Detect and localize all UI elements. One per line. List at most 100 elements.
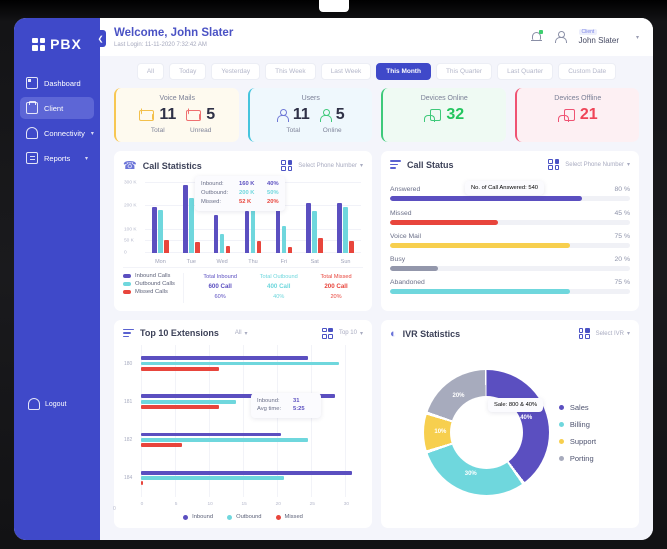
panel-title: Call Status: [407, 159, 454, 170]
sidebar-item-reports[interactable]: Reports ▾: [20, 147, 94, 169]
bar-inbound-calls[interactable]: [152, 206, 157, 253]
legend-item: Sales: [558, 403, 596, 412]
status-row-missed: Missed 45 %: [390, 210, 630, 225]
bar-inbound[interactable]: [141, 432, 281, 437]
extensions-filter-dropdown[interactable]: All ▾: [235, 330, 248, 337]
bar-inbound[interactable]: [141, 470, 353, 475]
legend-item: Inbound Calls: [123, 273, 175, 279]
bar-missed-calls[interactable]: [287, 247, 293, 253]
progress-track[interactable]: [390, 289, 630, 295]
bar-missed[interactable]: [141, 481, 144, 486]
bar-missed-calls[interactable]: [195, 241, 200, 253]
status-label: Answered: [390, 186, 421, 194]
status-percent: 80 %: [614, 186, 631, 194]
tab-this-quarter[interactable]: This Quarter: [435, 63, 493, 80]
bar-outbound-calls[interactable]: [189, 197, 194, 253]
sidebar-item-connectivity[interactable]: Connectivity ▾: [20, 122, 94, 144]
progress-track[interactable]: [390, 219, 630, 225]
x-axis-label: Thu: [248, 258, 258, 265]
extensions-chart: 0 5 10 15 20 25 30 0 180 181 182 184 Inbound: 31 Avg t…: [113, 344, 363, 512]
user-menu[interactable]: Client John Slater: [578, 29, 619, 45]
legend-item: Missed: [275, 514, 303, 520]
phone-icon: ☎: [123, 160, 137, 172]
tab-yesterday[interactable]: Yesterday: [211, 63, 261, 80]
notification-bell-icon[interactable]: [530, 30, 543, 43]
bar-missed-calls[interactable]: [225, 245, 231, 253]
expand-grid-icon[interactable]: [281, 160, 293, 171]
tooltip-value: 200 K: [239, 189, 255, 196]
tab-custom-date[interactable]: Custom Date: [558, 63, 617, 80]
y-axis-zero: 0: [113, 506, 116, 512]
sidebar-item-client[interactable]: Client: [20, 97, 94, 119]
sidebar-item-label: Dashboard: [44, 78, 81, 88]
y-axis-label: 181: [124, 398, 133, 405]
tab-last-quarter[interactable]: Last Quarter: [497, 63, 554, 80]
person-icon: [277, 108, 290, 122]
top-count-dropdown[interactable]: Top 10 ▾: [339, 330, 363, 337]
bar-inbound-calls[interactable]: [275, 208, 281, 253]
select-phone-number-dropdown[interactable]: Select Phone Number ▾: [565, 161, 630, 169]
panel-title: Call Statistics: [142, 160, 202, 171]
expand-grid-icon[interactable]: [548, 159, 560, 170]
bar-outbound-calls[interactable]: [343, 206, 348, 253]
bar-outbound-calls[interactable]: [158, 210, 163, 253]
tab-this-week[interactable]: This Week: [265, 63, 316, 80]
tab-all[interactable]: All: [136, 63, 165, 80]
app-logo-text: PBX: [50, 36, 82, 52]
device-frame: PBX Dashboard Client Connectivity ▾ Repo…: [0, 0, 667, 549]
bar-outbound-calls[interactable]: [250, 209, 256, 253]
bar-inbound-calls[interactable]: [183, 185, 188, 253]
sidebar-item-dashboard[interactable]: Dashboard: [20, 72, 94, 94]
bar-inbound[interactable]: [141, 356, 308, 361]
bar-missed[interactable]: [141, 366, 220, 371]
kpi-card-devices-offline: Devices Offline 21: [514, 88, 639, 142]
tab-today[interactable]: Today: [169, 63, 207, 80]
progress-track[interactable]: [390, 196, 630, 202]
x-axis-tick: 20: [275, 502, 281, 507]
sidebar-collapse-button[interactable]: ❮: [95, 30, 106, 47]
call-statistics-chart: 0 50 K 100 K 200 K 300 K Mon Tue Wed Thu Fri Sat Su…: [123, 176, 363, 267]
bar-outbound[interactable]: [141, 399, 237, 404]
bar-missed-calls[interactable]: [318, 238, 323, 253]
status-row-abandoned: Abandoned 75 %: [390, 279, 630, 295]
expand-grid-icon[interactable]: [321, 327, 333, 339]
user-avatar-icon[interactable]: [555, 31, 568, 43]
bar-outbound[interactable]: [141, 476, 285, 480]
donut: 40% 30% 10% 20%: [423, 370, 549, 496]
bar-outbound-calls[interactable]: [312, 211, 317, 253]
bar-outbound-calls[interactable]: [281, 226, 287, 253]
bar-missed[interactable]: [141, 443, 182, 447]
status-row-voice-mail: Voice Mail 75 %: [390, 233, 630, 248]
progress-track[interactable]: [390, 266, 630, 271]
progress-track[interactable]: [390, 242, 630, 248]
bar-inbound-calls[interactable]: [244, 211, 250, 253]
legend-item: Missed Calls: [123, 289, 175, 295]
chevron-down-icon: ▾: [90, 130, 94, 137]
logout-button[interactable]: Logout: [14, 398, 100, 410]
panel-header: ☎ Call Statistics Select Phone Number ▾: [123, 159, 363, 172]
bar-inbound-calls[interactable]: [306, 202, 311, 253]
legend-dot: [558, 438, 564, 444]
legend-dot: [275, 514, 281, 520]
expand-grid-icon[interactable]: [578, 328, 590, 339]
bar-outbound[interactable]: [141, 361, 339, 366]
bar-outbound-calls[interactable]: [219, 234, 225, 253]
bar-outbound[interactable]: [141, 437, 308, 442]
bar-inbound-calls[interactable]: [213, 214, 219, 253]
progress-fill: [390, 266, 438, 271]
panel-ivr-statistics: ◐ IVR Statistics Select IVR ▾ 40% 30% 10% 20…: [381, 319, 639, 528]
bar-missed[interactable]: [141, 405, 220, 409]
top-bar: Welcome, John Slater Last Login: 11-11-2…: [100, 18, 653, 56]
select-phone-number-dropdown[interactable]: Select Phone Number ▾: [298, 162, 363, 170]
bar-missed-calls[interactable]: [349, 241, 354, 253]
bar-missed-calls[interactable]: [164, 240, 169, 253]
bar-inbound-calls[interactable]: [337, 202, 342, 253]
tab-last-week[interactable]: Last Week: [320, 63, 372, 80]
bar-chart-icon: [123, 328, 134, 338]
chevron-down-icon[interactable]: ▾: [636, 34, 639, 41]
tooltip-text: No. of Call Answered: 540: [471, 185, 539, 191]
select-ivr-dropdown[interactable]: Select IVR ▾: [596, 330, 630, 338]
bar-missed-calls[interactable]: [256, 240, 262, 253]
tab-this-month[interactable]: This Month: [376, 63, 431, 80]
donut-slice-label: 10%: [434, 428, 447, 435]
